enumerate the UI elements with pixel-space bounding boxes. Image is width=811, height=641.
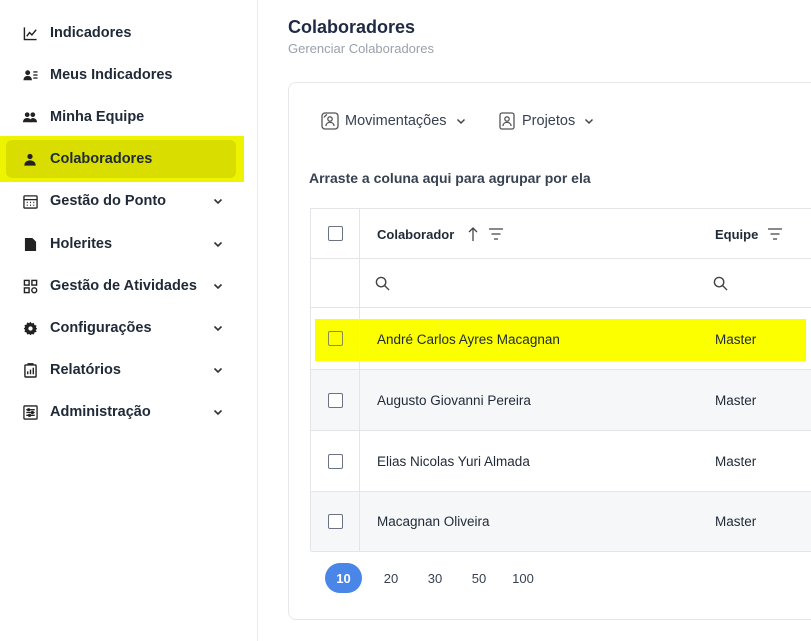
chevron-down-icon [212,321,226,335]
cell-equipe: Master [715,332,757,347]
sidebar-item-configuracoes[interactable]: Configurações [6,309,236,347]
page-size-100[interactable]: 100 [508,563,538,593]
page-title: Colaboradores [288,17,416,37]
projetos-dropdown[interactable]: Projetos [498,109,595,133]
cell-colaborador: Augusto Giovanni Pereira [377,393,531,408]
cell-colaborador: André Carlos Ayres Macagnan [377,332,560,347]
sidebar-item-label: Gestão do Ponto [50,193,166,209]
sidebar-item-gestao-do-ponto[interactable]: Gestão do Ponto [6,182,236,220]
grid-filter-row [311,259,811,308]
table-row[interactable]: Augusto Giovanni Pereira Master [311,370,811,431]
sidebar-item-gestao-de-atividades[interactable]: Gestão de Atividades [6,267,236,305]
sidebar-item-colaboradores[interactable]: Colaboradores [6,140,236,178]
sidebar-item-indicadores[interactable]: Indicadores [6,14,236,52]
movimentacoes-label: Movimentações [345,113,447,129]
column-header-equipe[interactable]: Equipe [715,227,758,242]
sidebar-item-meus-indicadores[interactable]: Meus Indicadores [6,56,236,94]
chevron-down-icon [583,115,595,127]
users-icon [22,109,38,125]
page-size-selector: 10 20 30 50 100 [325,563,552,593]
sidebar-item-label: Holerites [50,236,113,252]
chevron-down-icon [212,363,226,377]
sidebar-item-label: Configurações [50,320,152,336]
table-row[interactable]: André Carlos Ayres Macagnan Master [311,308,811,370]
sliders-icon [22,404,38,420]
sidebar-item-label: Gestão de Atividades [50,278,197,294]
document-icon [22,236,38,252]
page-size-20[interactable]: 20 [376,563,406,593]
transfer-user-icon [321,112,339,130]
selection-column-divider [311,209,360,551]
table-row[interactable]: Macagnan Oliveira Master [311,492,811,552]
column-header-colaborador[interactable]: Colaborador [377,227,454,242]
filter-icon[interactable] [488,227,504,246]
sidebar-item-label: Minha Equipe [50,109,145,125]
calendar-icon [22,193,38,209]
page-size-50[interactable]: 50 [464,563,494,593]
cell-colaborador: Elias Nicolas Yuri Almada [377,454,530,469]
cell-equipe: Master [715,454,757,469]
table-row[interactable]: Elias Nicolas Yuri Almada Master [311,431,811,492]
chevron-down-icon [212,237,226,251]
movimentacoes-dropdown[interactable]: Movimentações [321,109,467,133]
page-size-30[interactable]: 30 [420,563,450,593]
sidebar-item-relatorios[interactable]: Relatórios [6,351,236,389]
cell-equipe: Master [715,514,757,529]
chevron-down-icon [212,279,226,293]
cell-equipe: Master [715,393,757,408]
chevron-down-icon [212,405,226,419]
gear-icon [22,320,38,336]
sidebar-item-label: Relatórios [50,362,121,378]
projetos-label: Projetos [522,113,576,129]
collaborators-card: Movimentações Projetos Arraste a coluna … [288,82,811,620]
sidebar-item-label: Indicadores [50,25,132,41]
page-subtitle: Gerenciar Colaboradores [288,41,434,56]
user-list-icon [22,67,38,83]
sidebar: Indicadores Meus Indicadores Minha Equip… [0,0,258,641]
report-icon [22,362,38,378]
group-panel-hint: Arraste a coluna aqui para agrupar por e… [309,170,591,186]
user-icon [22,151,38,167]
page-size-10[interactable]: 10 [325,563,362,593]
data-grid: Colaborador Equipe André Carlos Ayres Ma… [310,208,811,552]
sidebar-item-label: Administração [50,404,151,420]
cell-colaborador: Macagnan Oliveira [377,514,490,529]
sidebar-item-label: Colaboradores [50,151,153,167]
sidebar-item-administracao[interactable]: Administração [6,393,236,431]
sidebar-item-label: Meus Indicadores [50,67,173,83]
project-user-icon [498,112,516,130]
chevron-down-icon [455,115,467,127]
apps-icon [22,278,38,294]
sidebar-item-holerites[interactable]: Holerites [6,225,236,263]
sidebar-item-minha-equipe[interactable]: Minha Equipe [6,98,236,136]
search-icon[interactable] [375,276,390,296]
filter-icon[interactable] [767,227,783,246]
search-icon[interactable] [713,276,728,296]
sort-ascending-icon[interactable] [467,226,479,247]
chevron-down-icon [212,194,226,208]
grid-header-row: Colaborador Equipe [311,209,811,259]
trend-chart-icon [22,25,38,41]
